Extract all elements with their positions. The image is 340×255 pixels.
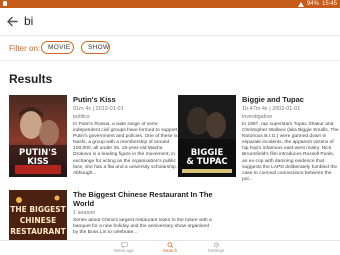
filter-chip-movie[interactable]: MOVIE	[41, 41, 74, 54]
filter-label: Filter on:	[9, 44, 41, 53]
poster-title-text: & TUPAC	[186, 157, 227, 167]
result-meta: 1 season	[73, 210, 96, 216]
results-heading: Results	[9, 72, 53, 86]
result-description: In 1997, rap superstars Tupac Shakur and…	[242, 122, 339, 182]
result-description: Series about China's largest restaurant …	[73, 218, 212, 236]
status-bar: 94% 15:45	[0, 0, 340, 8]
result-title: The Biggest Chinese Restaurant In The Wo…	[73, 190, 213, 208]
filter-chip-show[interactable]: SHOW	[81, 41, 110, 54]
poster-biggest-chinese-restaurant[interactable]: THE BIGGEST CHINESE RESTAURANT	[9, 190, 67, 240]
poster-putins-kiss[interactable]: PUTIN'S KISS	[9, 95, 67, 177]
nav-label: Search	[162, 248, 178, 253]
nav-item-settings[interactable]: Settings	[191, 242, 241, 253]
bottom-navigation: Mess age Search Settings	[0, 240, 340, 255]
result-title: Biggie and Tupac	[242, 95, 304, 104]
result-meta: 91m 4x | 2012-01-01	[73, 106, 124, 112]
nav-item-search[interactable]: Search	[145, 242, 195, 253]
nav-label: Mess age	[114, 248, 134, 253]
nav-label: Settings	[207, 248, 225, 253]
result-meta: 1h 47m 4x | 2002-01-01	[242, 106, 301, 112]
poster-title-text: RESTAURANT	[10, 227, 66, 236]
result-title: Putin's Kiss	[73, 95, 116, 104]
signal-icon	[297, 1, 304, 7]
clock: 15:45	[321, 1, 337, 7]
poster-title-text: KISS	[27, 157, 49, 167]
poster-title-text: CHINESE	[20, 216, 57, 225]
result-genre: investigative	[242, 114, 273, 120]
notification-icon	[3, 1, 7, 6]
result-description: In Putin's Russia, a wide range of semi-…	[73, 122, 178, 176]
back-arrow-icon[interactable]	[6, 15, 19, 28]
battery-level: 94%	[306, 1, 319, 7]
poster-biggie-and-tupac[interactable]: BIGGIE & TUPAC	[178, 95, 236, 177]
filter-bar: Filter on: MOVIE SHOW	[0, 36, 340, 61]
result-genre: politics	[73, 114, 90, 120]
search-bar: bi	[0, 8, 340, 36]
poster-title-text: THE BIGGEST	[10, 205, 66, 214]
search-input[interactable]: bi	[24, 14, 33, 28]
nav-item-messages[interactable]: Mess age	[99, 242, 149, 253]
